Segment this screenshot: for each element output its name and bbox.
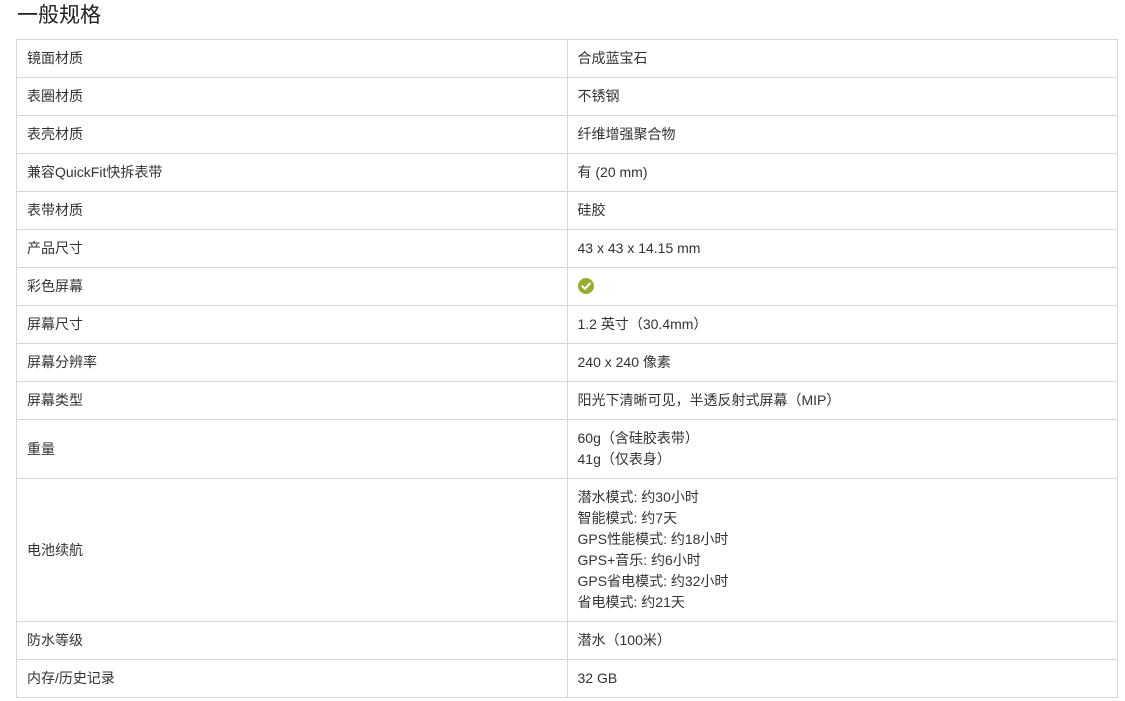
spec-value: 1.2 英寸（30.4mm） [566, 305, 1118, 344]
table-row: 内存/历史记录 32 GB [16, 659, 1118, 698]
spec-page: 一般规格 镜面材质 合成蓝宝石 表圈材质 不锈钢 表壳材质 纤维增强聚合物 兼容… [0, 0, 1125, 701]
table-row: 电池续航 潜水模式: 约30小时 智能模式: 约7天 GPS性能模式: 约18小… [16, 478, 1118, 622]
spec-value: 43 x 43 x 14.15 mm [566, 229, 1118, 268]
spec-value-line: 41g（仅表身） [577, 451, 671, 467]
spec-value: 合成蓝宝石 [566, 39, 1118, 78]
table-row: 重量 60g（含硅胶表带） 41g（仅表身） [16, 419, 1118, 479]
table-row: 兼容QuickFit快拆表带 有 (20 mm) [16, 153, 1118, 192]
spec-value: 240 x 240 像素 [566, 343, 1118, 382]
spec-value-line: GPS省电模式: 约32小时 [577, 573, 729, 589]
spec-value: 32 GB [566, 659, 1118, 698]
spec-label: 彩色屏幕 [16, 267, 568, 306]
spec-label: 兼容QuickFit快拆表带 [16, 153, 568, 192]
spec-label: 屏幕分辨率 [16, 343, 568, 382]
spec-label: 防水等级 [16, 621, 568, 660]
table-row: 表圈材质 不锈钢 [16, 77, 1118, 116]
spec-value: 有 (20 mm) [566, 153, 1118, 192]
spec-value: 不锈钢 [566, 77, 1118, 116]
spec-label: 表壳材质 [16, 115, 568, 154]
spec-value: 阳光下清晰可见，半透反射式屏幕（MIP） [566, 381, 1118, 420]
spec-label: 表带材质 [16, 191, 568, 230]
spec-value: 纤维增强聚合物 [566, 115, 1118, 154]
spec-label: 内存/历史记录 [16, 659, 568, 698]
table-row: 彩色屏幕 [16, 267, 1118, 306]
table-row: 镜面材质 合成蓝宝石 [16, 39, 1118, 78]
table-row: 防水等级 潜水（100米） [16, 621, 1118, 660]
spec-value-line: 潜水模式: 约30小时 [577, 489, 699, 505]
spec-value [566, 267, 1118, 306]
table-row: 表壳材质 纤维增强聚合物 [16, 115, 1118, 154]
spec-value-line: 60g（含硅胶表带） [577, 430, 699, 446]
spec-value-line: GPS+音乐: 约6小时 [577, 552, 701, 568]
page-title: 一般规格 [17, 4, 101, 27]
table-row: 屏幕尺寸 1.2 英寸（30.4mm） [16, 305, 1118, 344]
spec-label: 屏幕尺寸 [16, 305, 568, 344]
spec-value-line: GPS性能模式: 约18小时 [577, 531, 729, 547]
table-row: 屏幕类型 阳光下清晰可见，半透反射式屏幕（MIP） [16, 381, 1118, 420]
spec-table: 镜面材质 合成蓝宝石 表圈材质 不锈钢 表壳材质 纤维增强聚合物 兼容Quick… [16, 39, 1118, 698]
spec-value: 潜水模式: 约30小时 智能模式: 约7天 GPS性能模式: 约18小时 GPS… [566, 478, 1118, 622]
spec-label: 电池续航 [16, 478, 568, 622]
spec-value: 60g（含硅胶表带） 41g（仅表身） [566, 419, 1118, 479]
spec-value: 潜水（100米） [566, 621, 1118, 660]
spec-label: 表圈材质 [16, 77, 568, 116]
spec-value: 硅胶 [566, 191, 1118, 230]
spec-label: 产品尺寸 [16, 229, 568, 268]
table-row: 屏幕分辨率 240 x 240 像素 [16, 343, 1118, 382]
spec-value-line: 智能模式: 约7天 [577, 510, 678, 526]
check-circle-icon [577, 278, 594, 295]
table-row: 产品尺寸 43 x 43 x 14.15 mm [16, 229, 1118, 268]
table-row: 表带材质 硅胶 [16, 191, 1118, 230]
spec-label: 镜面材质 [16, 39, 568, 78]
spec-value-line: 省电模式: 约21天 [577, 594, 685, 610]
spec-label: 重量 [16, 419, 568, 479]
spec-label: 屏幕类型 [16, 381, 568, 420]
